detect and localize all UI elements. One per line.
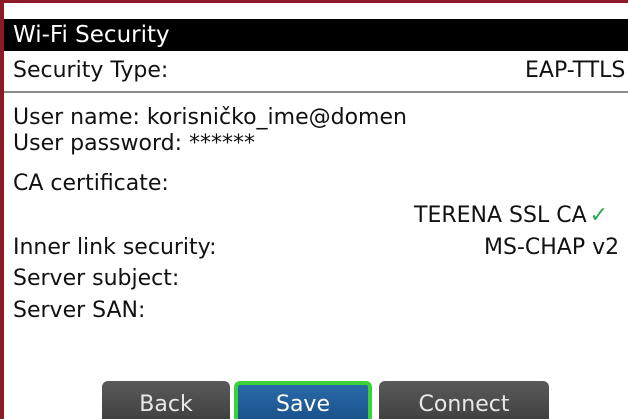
- server-subject-field[interactable]: Server subject:: [13, 265, 179, 293]
- security-type-label: Security Type:: [13, 58, 169, 83]
- server-san-field[interactable]: Server SAN:: [13, 297, 145, 325]
- security-type-value[interactable]: EAP-TTLS: [525, 57, 625, 85]
- connect-button[interactable]: Connect: [379, 381, 549, 419]
- ca-certificate-name: TERENA SSL CA: [414, 203, 587, 228]
- inner-link-security-label: Inner link security:: [13, 235, 217, 260]
- user-password-field[interactable]: User password: ******: [13, 130, 255, 158]
- checkmark-icon: ✓: [589, 203, 609, 228]
- title-bar: Wi-Fi Security: [4, 19, 628, 51]
- screen-title: Wi-Fi Security: [13, 22, 170, 48]
- user-name-field[interactable]: User name: korisničko_ime@domen: [13, 104, 407, 132]
- ca-certificate-label: CA certificate:: [13, 171, 169, 196]
- inner-link-security-value[interactable]: MS-CHAP v2: [484, 234, 619, 262]
- save-button[interactable]: Save: [234, 381, 372, 419]
- back-button[interactable]: Back: [102, 381, 230, 419]
- ca-certificate-value[interactable]: TERENA SSL CA ✓: [414, 202, 608, 230]
- wifi-security-screen: Wi-Fi Security Security Type: EAP-TTLS U…: [0, 0, 628, 419]
- security-type-row[interactable]: Security Type: EAP-TTLS: [4, 53, 628, 93]
